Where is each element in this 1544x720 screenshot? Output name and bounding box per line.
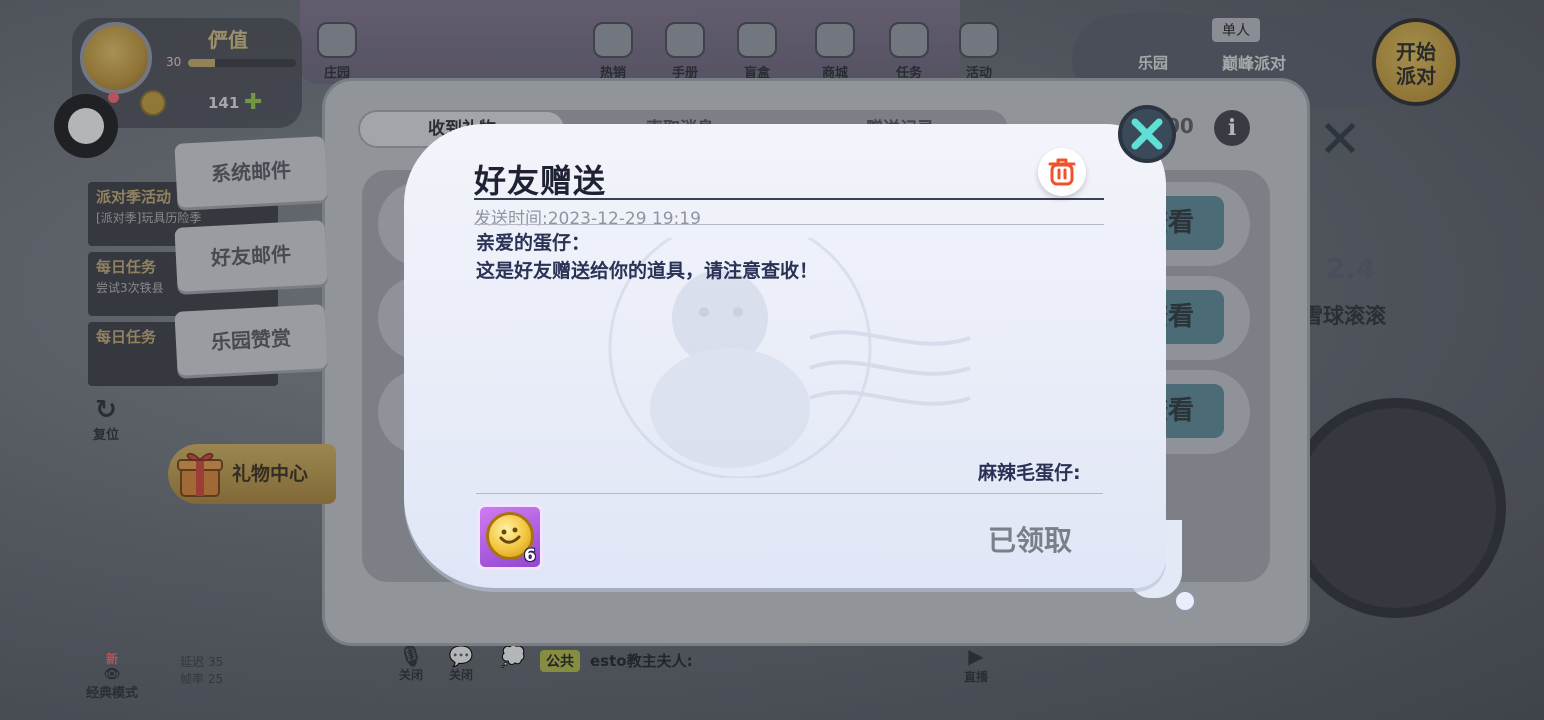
start-party-button[interactable]: 开始 派对 xyxy=(1372,18,1460,106)
top-icon-tasks[interactable]: 任务 xyxy=(880,22,938,81)
letter-tail-dot xyxy=(1174,590,1196,612)
top-icon-events[interactable]: 活动 xyxy=(950,22,1008,81)
handbook-icon xyxy=(665,22,705,58)
player-name: 俨值 xyxy=(208,28,248,52)
add-coin-icon[interactable]: ✚ xyxy=(244,92,262,114)
background-close-icon[interactable]: ✕ xyxy=(1310,110,1370,170)
letter-message: 这是好友赠送给你的道具，请注意查收！ xyxy=(476,260,819,282)
new-badge: 新 xyxy=(105,652,118,666)
coin-icon xyxy=(140,90,166,116)
side-tab-friend-mail[interactable]: 好友邮件 xyxy=(174,220,328,292)
live-button[interactable]: ▶ 直播 xyxy=(958,644,994,685)
network-stats: 延迟 35 帧率 25 xyxy=(180,654,223,688)
voice-label: 关闭 xyxy=(448,668,473,682)
footer-divider xyxy=(476,493,1103,494)
chat-icon: 💭 xyxy=(500,644,526,668)
top-icon-blindbox[interactable]: 盲盒 xyxy=(728,22,786,81)
live-icon: ▶ xyxy=(968,644,984,668)
start-label-top: 开始 xyxy=(1396,40,1436,64)
reset-button[interactable]: ↻ 复位 xyxy=(86,396,126,443)
chat-preview[interactable]: esto教主夫人: xyxy=(590,650,693,671)
fps-label: 帧率 25 xyxy=(180,672,224,686)
mic-off-icon: 🎙 xyxy=(398,644,424,668)
shop-bag-icon xyxy=(815,22,855,58)
voice-off-icon: 💬 xyxy=(448,644,474,668)
title-divider xyxy=(474,198,1104,200)
chat-channel-badge: 公共 xyxy=(540,650,580,672)
reset-icon: ↻ xyxy=(95,395,117,425)
blindbox-icon xyxy=(737,22,777,58)
level-badge: 30 xyxy=(160,54,188,70)
top-icon-shop[interactable]: 商城 xyxy=(806,22,864,81)
close-icon xyxy=(1131,118,1163,150)
side-tab-system-mail[interactable]: 系统邮件 xyxy=(174,136,328,208)
mic-label: 关闭 xyxy=(398,668,423,682)
record-indicator-dot xyxy=(108,92,119,103)
start-label-bottom: 派对 xyxy=(1396,64,1436,88)
gift-icon xyxy=(177,452,223,497)
reset-label: 复位 xyxy=(92,428,119,443)
top-icon-manor[interactable]: 庄园 xyxy=(308,22,366,81)
top-icon-hot[interactable]: 热销 xyxy=(584,22,642,81)
send-time: 发送时间:2023-12-29 19:19 xyxy=(474,209,701,229)
delete-button[interactable] xyxy=(1038,148,1086,196)
classic-mode-button[interactable]: 新 👁 经典模式 xyxy=(80,650,144,701)
event-icon xyxy=(959,22,999,58)
top-icon-handbook[interactable]: 手册 xyxy=(656,22,714,81)
snowball-title: 雪球滚滚 xyxy=(1302,304,1386,328)
gift-box-icon xyxy=(593,22,633,58)
side-tab-park-reward[interactable]: 乐园赞赏 xyxy=(174,304,328,376)
claimed-status: 已领取 xyxy=(988,524,1073,557)
classic-mode-label: 经典模式 xyxy=(85,686,138,701)
task-check-icon xyxy=(889,22,929,58)
latency-label: 延迟 35 xyxy=(180,655,224,669)
chat-button[interactable]: 💭 xyxy=(496,644,530,668)
mode-party-label[interactable]: 巅峰派对 xyxy=(1222,50,1286,74)
mic-toggle[interactable]: 🎙 关闭 xyxy=(394,644,428,683)
info-icon[interactable]: i xyxy=(1214,110,1250,146)
coin-count: 141 xyxy=(208,94,240,112)
manor-icon xyxy=(317,22,357,58)
item-count: 6 xyxy=(524,546,536,566)
avatar[interactable] xyxy=(80,22,152,94)
trash-icon xyxy=(1048,158,1076,186)
letter-title: 好友赠送 xyxy=(474,162,607,200)
letter-sender: 麻辣毛蛋仔: xyxy=(978,462,1081,484)
action-dial[interactable] xyxy=(1286,398,1506,618)
close-button[interactable] xyxy=(1118,105,1176,163)
mode-park-label[interactable]: 乐园 xyxy=(1138,52,1168,73)
mode-single-label[interactable]: 单人 xyxy=(1212,18,1260,42)
letter-greeting: 亲爱的蛋仔： xyxy=(476,232,591,254)
eye-icon: 👁 xyxy=(103,667,121,682)
voice-toggle[interactable]: 💬 关闭 xyxy=(444,644,478,683)
snowball-number: 2.4 xyxy=(1326,252,1376,285)
record-button[interactable] xyxy=(54,94,118,158)
live-label: 直播 xyxy=(963,670,988,684)
time-divider xyxy=(474,224,1104,225)
level-progress-bar xyxy=(188,59,296,67)
